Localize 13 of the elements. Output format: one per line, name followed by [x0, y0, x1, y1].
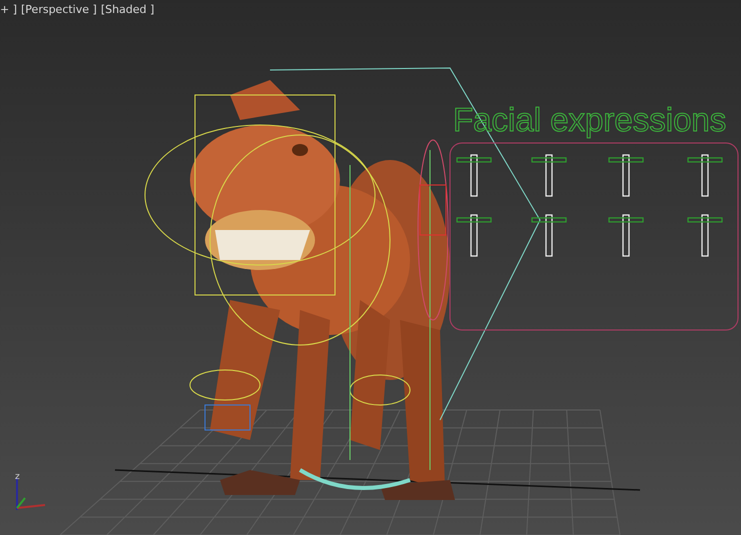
- face-slider[interactable]: [608, 214, 644, 257]
- axis-gizmo-icon: [16, 478, 46, 510]
- face-slider[interactable]: [608, 154, 644, 197]
- face-slider[interactable]: [531, 154, 567, 197]
- face-slider[interactable]: [687, 214, 723, 257]
- viewport-menu-label[interactable]: [Shaded ]: [100, 3, 154, 16]
- axis-label: z: [15, 472, 20, 482]
- face-slider[interactable]: [456, 154, 492, 197]
- viewport-menu-label[interactable]: [Perspective ]: [21, 3, 97, 16]
- face-slider[interactable]: [531, 214, 567, 257]
- viewport-menu-label[interactable]: + ]: [0, 3, 18, 16]
- face-slider[interactable]: [687, 154, 723, 197]
- face-slider[interactable]: [456, 214, 492, 257]
